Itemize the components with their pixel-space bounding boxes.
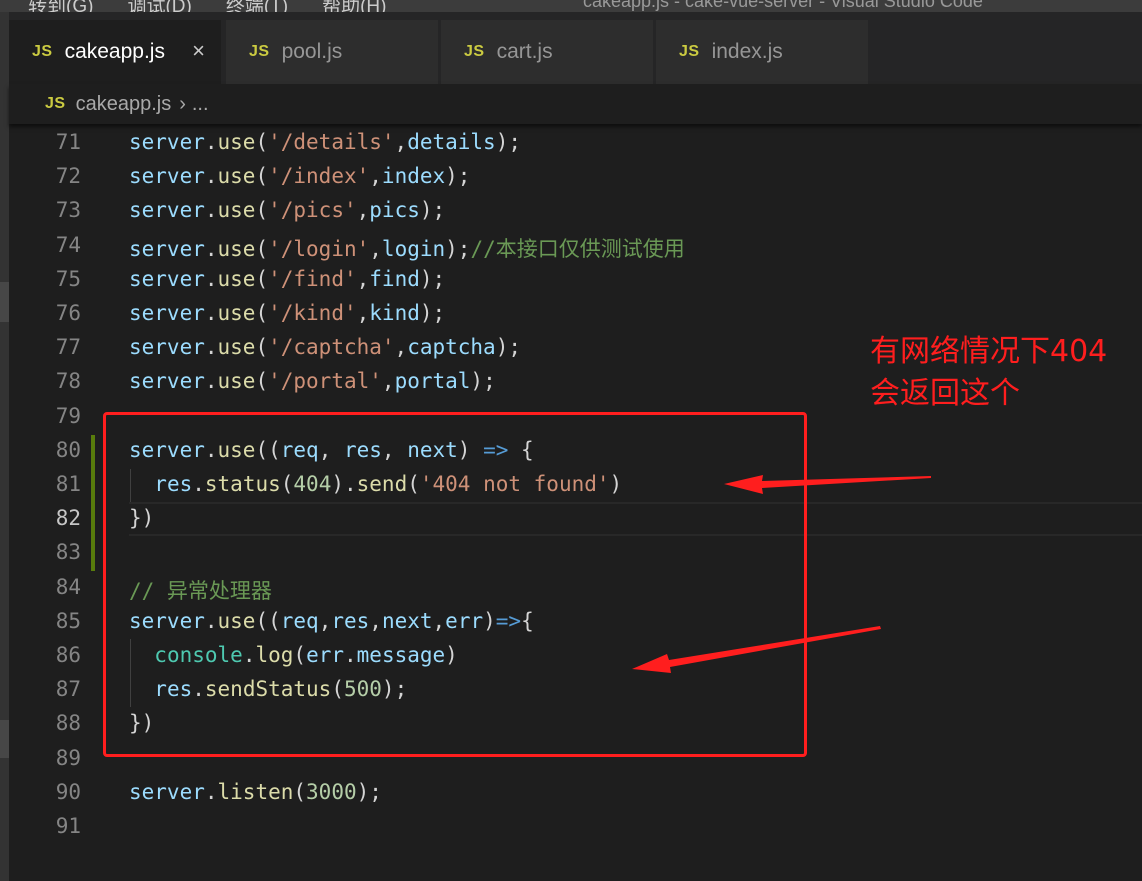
annotation-text: 有网络情况下404 会返回这个 xyxy=(870,334,1108,411)
arrow-shape xyxy=(724,475,931,494)
annotation-arrows xyxy=(632,475,931,673)
arrow-shape xyxy=(632,626,881,673)
